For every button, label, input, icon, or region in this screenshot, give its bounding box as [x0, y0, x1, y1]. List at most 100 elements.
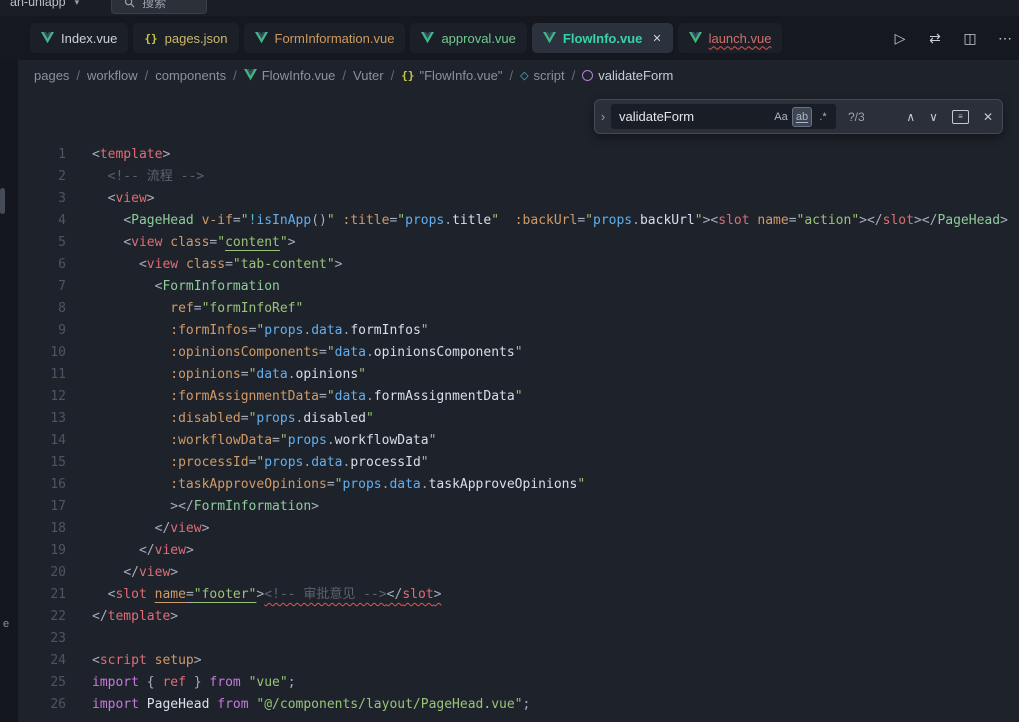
code-text: </template>: [92, 606, 178, 628]
breadcrumb-item-file-symbol[interactable]: {} "FlowInfo.vue": [401, 68, 502, 83]
code-line[interactable]: 23: [0, 628, 1019, 650]
code-text: :workflowData="props.workflowData": [92, 430, 436, 452]
code-text: <FormInformation: [92, 276, 280, 298]
code-text: <PageHead v-if="!isInApp()" :title="prop…: [92, 210, 1008, 232]
code-line[interactable]: 9 :formInfos="props.data.formInfos": [0, 320, 1019, 342]
previous-match-icon[interactable]: ∧: [906, 110, 915, 124]
next-match-icon[interactable]: ∨: [929, 110, 938, 124]
project-name[interactable]: an-uniapp: [10, 0, 66, 9]
tab-label: approval.vue: [441, 31, 515, 46]
find-match-count: ?/3: [848, 110, 865, 124]
tab-index-vue[interactable]: Index.vue: [30, 23, 128, 53]
whole-word-toggle[interactable]: ab: [792, 107, 812, 127]
clipped-sidebar-text: e: [3, 618, 9, 630]
code-line[interactable]: 25import { ref } from "vue";: [0, 672, 1019, 694]
code-line[interactable]: 11 :opinions="data.opinions": [0, 364, 1019, 386]
tab-flowinfo-vue-active[interactable]: FlowInfo.vue ✕: [532, 23, 673, 53]
code-text: <!-- 流程 -->: [92, 166, 204, 188]
code-line[interactable]: 21 <slot name="footer"><!-- 审批意见 --></sl…: [0, 584, 1019, 606]
code-line[interactable]: 19 </view>: [0, 540, 1019, 562]
breadcrumb-item-validateform[interactable]: validateForm: [582, 68, 673, 83]
breadcrumb-item-workflow[interactable]: workflow: [87, 68, 138, 83]
vue-file-icon: [689, 32, 702, 44]
code-text: :formAssignmentData="data.formAssignment…: [92, 386, 523, 408]
code-line[interactable]: 17 ></FormInformation>: [0, 496, 1019, 518]
find-in-selection-icon[interactable]: ≡: [952, 110, 969, 124]
code-line[interactable]: 2 <!-- 流程 -->: [0, 166, 1019, 188]
run-icon[interactable]: ▷: [890, 30, 910, 47]
code-line[interactable]: 24<script setup>: [0, 650, 1019, 672]
more-actions-icon[interactable]: ⋯: [995, 30, 1015, 47]
find-query-text: validateForm: [619, 109, 770, 124]
tab-launch-vue[interactable]: launch.vue: [678, 23, 783, 53]
code-text: <view class="content">: [92, 232, 296, 254]
tab-label: pages.json: [165, 31, 228, 46]
code-line[interactable]: 26import PageHead from "@/components/lay…: [0, 694, 1019, 716]
code-text: ></FormInformation>: [92, 496, 319, 518]
symbol-module-icon: ◇: [520, 69, 528, 82]
code-line[interactable]: 12 :formAssignmentData="data.formAssignm…: [0, 386, 1019, 408]
breadcrumb-item-script[interactable]: ◇ script: [520, 68, 565, 83]
code-line[interactable]: 6 <view class="tab-content">: [0, 254, 1019, 276]
breadcrumb-separator: /: [509, 68, 513, 83]
code-text: <view>: [92, 188, 155, 210]
breadcrumb-item-file[interactable]: FlowInfo.vue: [244, 68, 336, 83]
breadcrumb-item-pages[interactable]: pages: [34, 68, 69, 83]
breadcrumb-separator: /: [342, 68, 346, 83]
code-line[interactable]: 15 :processId="props.data.processId": [0, 452, 1019, 474]
tab-pages-json[interactable]: {} pages.json: [133, 23, 238, 53]
breadcrumb-separator: /: [145, 68, 149, 83]
code-text: import PageHead from "@/components/layou…: [92, 694, 530, 716]
code-line[interactable]: 7 <FormInformation: [0, 276, 1019, 298]
search-label: 搜索: [142, 0, 166, 11]
chevron-down-icon[interactable]: ▾: [75, 0, 80, 8]
breadcrumb-separator: /: [572, 68, 576, 83]
code-line[interactable]: 10 :opinionsComponents="data.opinionsCom…: [0, 342, 1019, 364]
code-line[interactable]: 3 <view>: [0, 188, 1019, 210]
breadcrumb-separator: /: [391, 68, 395, 83]
vue-file-icon: [543, 32, 556, 44]
title-bar: an-uniapp ▾ 搜索: [0, 0, 1019, 16]
code-line[interactable]: 8 ref="formInfoRef": [0, 298, 1019, 320]
tab-label: FlowInfo.vue: [563, 31, 642, 46]
code-line[interactable]: 14 :workflowData="props.workflowData": [0, 430, 1019, 452]
code-text: :opinions="data.opinions": [92, 364, 366, 386]
tab-approval-vue[interactable]: approval.vue: [410, 23, 526, 53]
breadcrumb-separator: /: [76, 68, 80, 83]
vue-file-icon: [421, 32, 434, 44]
code-text: ref="formInfoRef": [92, 298, 303, 320]
toggle-replace-chevron-icon[interactable]: ›: [595, 100, 611, 133]
vue-file-icon: [41, 32, 54, 44]
code-line[interactable]: 20 </view>: [0, 562, 1019, 584]
code-line[interactable]: 1<template>: [0, 144, 1019, 166]
tab-label: launch.vue: [709, 31, 772, 46]
code-text: :opinionsComponents="data.opinionsCompon…: [92, 342, 523, 364]
code-lines: 1<template>2 <!-- 流程 -->3 <view>4 <PageH…: [0, 90, 1019, 716]
open-changes-icon[interactable]: ⇄: [925, 30, 945, 47]
breadcrumb-item-vuter[interactable]: Vuter: [353, 68, 384, 83]
close-find-icon[interactable]: ✕: [983, 110, 993, 124]
breadcrumb-item-components[interactable]: components: [155, 68, 226, 83]
code-line[interactable]: 4 <PageHead v-if="!isInApp()" :title="pr…: [0, 210, 1019, 232]
close-icon[interactable]: ✕: [652, 32, 661, 45]
sidebar-drag-handle[interactable]: [0, 188, 5, 214]
match-case-toggle[interactable]: Aa: [771, 107, 791, 127]
code-line[interactable]: 16 :taskApproveOpinions="props.data.task…: [0, 474, 1019, 496]
breadcrumb: pages / workflow / components / FlowInfo…: [0, 60, 1019, 90]
code-line[interactable]: 13 :disabled="props.disabled": [0, 408, 1019, 430]
split-editor-icon[interactable]: ◫: [960, 30, 980, 47]
regex-toggle[interactable]: .*: [813, 107, 833, 127]
command-search-box[interactable]: 搜索: [111, 0, 207, 14]
code-line[interactable]: 22</template>: [0, 606, 1019, 628]
code-line[interactable]: 5 <view class="content">: [0, 232, 1019, 254]
editor-actions: ▷ ⇄ ◫ ⋯: [880, 16, 1019, 60]
code-editor[interactable]: 1<template>2 <!-- 流程 -->3 <view>4 <PageH…: [0, 90, 1019, 722]
vscode-window: an-uniapp ▾ 搜索 Index.vue {} pages.json F…: [0, 0, 1019, 722]
find-input[interactable]: validateForm Aa ab .*: [611, 104, 836, 129]
code-text: :formInfos="props.data.formInfos": [92, 320, 429, 342]
tab-label: FormInformation.vue: [275, 31, 395, 46]
tab-forminformation-vue[interactable]: FormInformation.vue: [244, 23, 406, 53]
code-text: <script setup>: [92, 650, 202, 672]
code-line[interactable]: 18 </view>: [0, 518, 1019, 540]
search-icon: [124, 0, 135, 8]
